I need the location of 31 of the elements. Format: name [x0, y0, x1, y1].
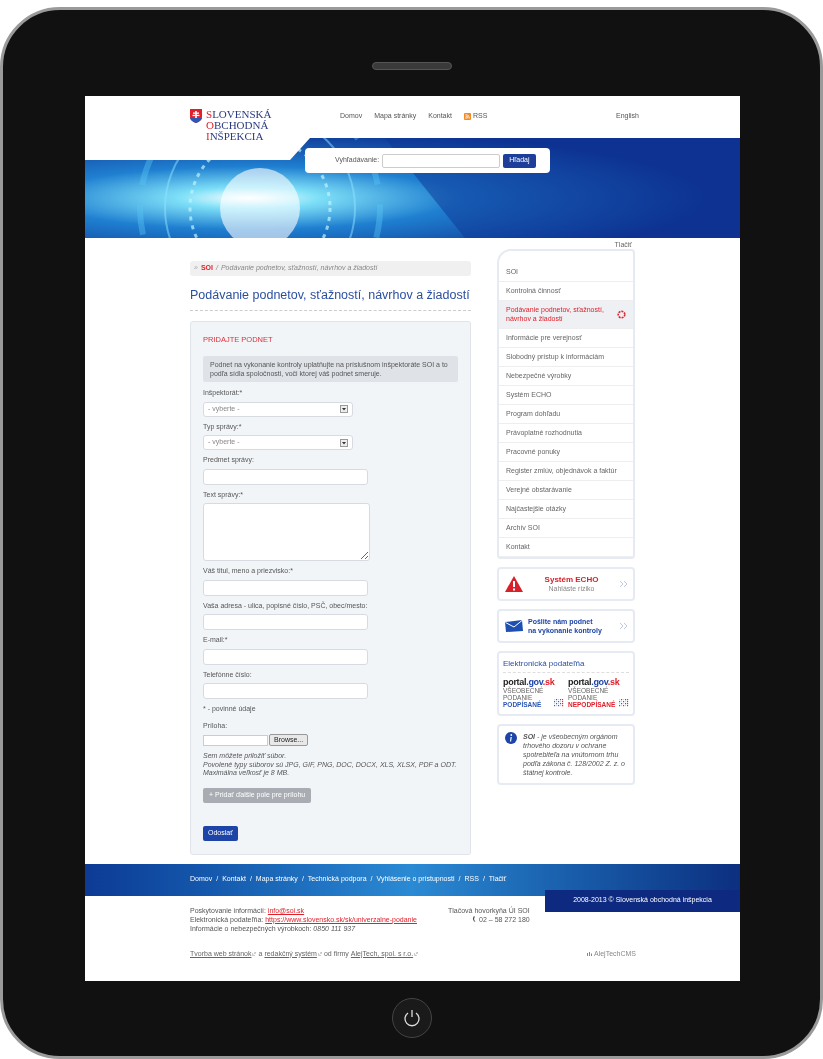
phone-icon	[472, 916, 478, 922]
power-icon	[402, 1009, 421, 1027]
home-button[interactable]	[391, 998, 432, 1038]
loading-spinner-icon	[617, 310, 626, 319]
file-path-field[interactable]	[203, 734, 268, 746]
external-link-icon	[252, 951, 257, 956]
cms-logo-icon	[587, 951, 593, 956]
info-icon	[505, 732, 517, 744]
dot-grid-icon	[554, 698, 564, 708]
message-field[interactable]	[203, 503, 370, 561]
external-link-icon	[317, 951, 322, 956]
rss-icon	[463, 112, 471, 120]
page-title: Podávanie podnetov, sťažností, návrhov a žiadostí	[190, 286, 471, 311]
double-chevron-icon	[619, 580, 628, 588]
text-field[interactable]	[203, 579, 368, 596]
text-field[interactable]	[203, 648, 368, 665]
speaker-grille-icon	[371, 62, 452, 70]
text-field[interactable]	[203, 614, 368, 630]
text-field[interactable]	[203, 468, 368, 485]
envelope-icon	[504, 619, 524, 633]
dropdown-arrow-icon	[340, 405, 348, 413]
shield-logo-icon	[190, 109, 202, 123]
search-field[interactable]	[382, 153, 501, 168]
podatelna-title: Elektronická podateľňa	[503, 658, 629, 673]
text-field[interactable]	[203, 683, 368, 699]
dot-grid-icon	[619, 698, 629, 708]
external-link-icon	[414, 951, 419, 956]
double-chevron-icon	[619, 622, 628, 630]
dropdown-arrow-icon	[340, 438, 348, 447]
warning-icon	[504, 575, 524, 593]
site-logo-text[interactable]: SLOVENSKÁ OBCHODNÁ INŠPEKCIA	[206, 109, 272, 142]
